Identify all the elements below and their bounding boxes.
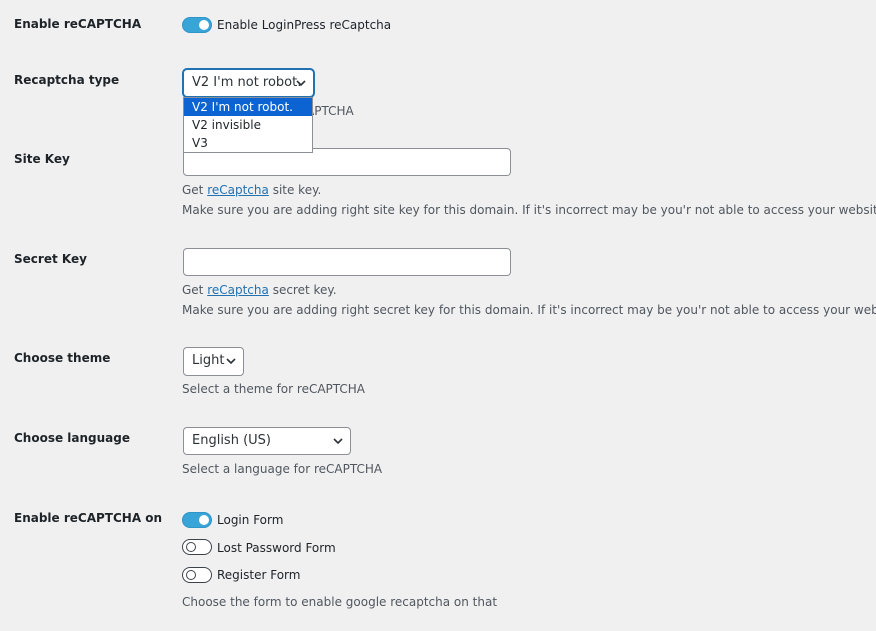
recaptcha-type-dropdown[interactable]: V2 I'm not robot. V2 invisible V3 [183,97,313,153]
choose-theme-label: Choose theme [14,351,111,365]
site-key-note: Make sure you are adding right site key … [182,203,876,217]
toggle-knob [199,20,209,30]
chevron-down-icon [333,438,343,445]
theme-selected: Light [192,353,225,368]
toggle-knob [186,542,196,552]
theme-select[interactable]: Light [183,347,244,376]
site-key-desc: Get reCaptcha site key. [182,183,321,197]
toggle-knob [186,570,196,580]
lost-password-form-label[interactable]: Lost Password Form [217,541,336,555]
option-v2-checkbox[interactable]: V2 I'm not robot. [184,98,312,116]
site-key-desc-prefix: Get [182,183,208,197]
recaptcha-type-select[interactable]: V2 I'm not robot. [183,69,314,97]
secret-key-input[interactable] [183,248,511,276]
lost-password-form-toggle[interactable] [182,539,212,555]
enable-recaptcha-label: Enable reCAPTCHA [14,17,142,31]
enable-recaptcha-on-label: Enable reCAPTCHA on [14,511,163,525]
register-form-toggle[interactable] [182,567,212,583]
enable-recaptcha-toggle[interactable] [182,17,212,33]
language-selected: English (US) [192,433,271,448]
secret-key-desc-prefix: Get [182,283,208,297]
recaptcha-type-selected: V2 I'm not robot. [192,75,302,90]
option-v3[interactable]: V3 [184,134,312,152]
theme-desc: Select a theme for reCAPTCHA [182,382,366,396]
language-select[interactable]: English (US) [183,427,351,455]
secret-key-label: Secret Key [14,252,87,266]
login-form-toggle[interactable] [182,512,212,528]
site-key-label: Site Key [14,152,70,166]
option-v2-invisible[interactable]: V2 invisible [184,116,312,134]
secret-key-desc-suffix: secret key. [268,283,337,297]
secret-key-desc: Get reCaptcha secret key. [182,283,337,297]
login-form-label[interactable]: Login Form [217,513,283,527]
secret-key-recaptcha-link[interactable]: reCaptcha [207,283,269,297]
toggle-knob [199,515,209,525]
language-desc: Select a language for reCAPTCHA [182,462,383,476]
recaptcha-type-desc-partial: APTCHA [306,104,354,118]
enable-on-desc: Choose the form to enable google recaptc… [182,595,498,609]
secret-key-note: Make sure you are adding right secret ke… [182,303,876,317]
chevron-down-icon [296,80,306,87]
chevron-down-icon [226,358,236,365]
recaptcha-type-label: Recaptcha type [14,73,120,87]
register-form-label[interactable]: Register Form [217,568,300,582]
site-key-desc-suffix: site key. [268,183,322,197]
enable-recaptcha-toggle-label[interactable]: Enable LoginPress reCaptcha [217,18,391,32]
site-key-recaptcha-link[interactable]: reCaptcha [207,183,269,197]
choose-language-label: Choose language [14,431,131,445]
